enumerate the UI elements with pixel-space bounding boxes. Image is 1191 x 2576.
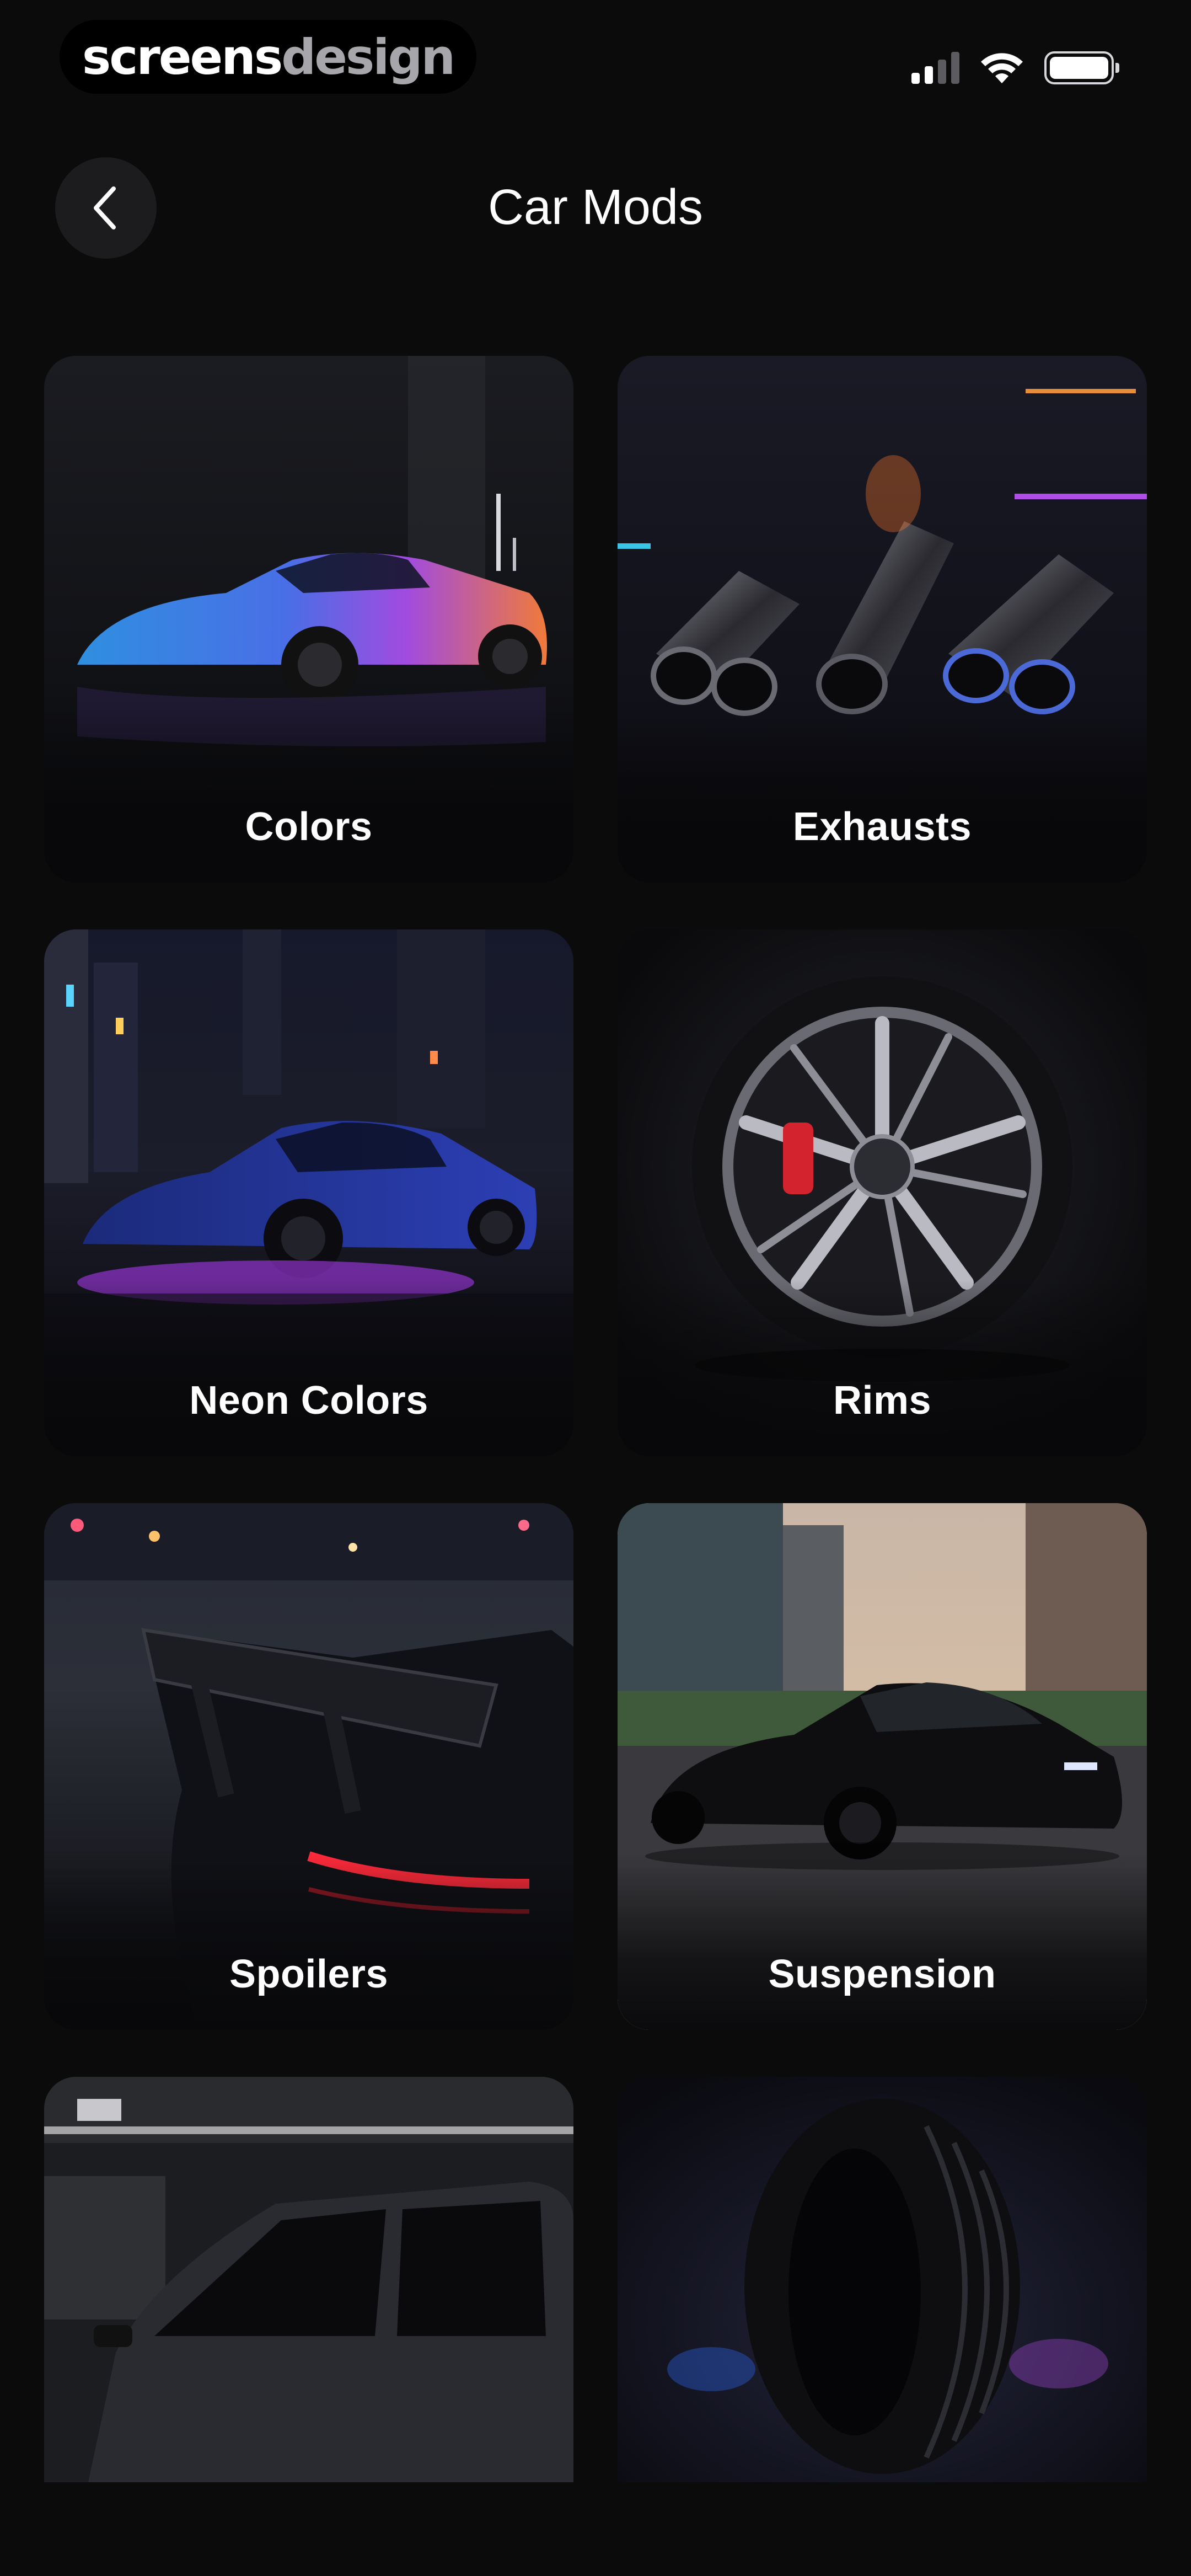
- category-label: Spoilers: [229, 1952, 389, 1996]
- header: Car Mods: [0, 149, 1191, 259]
- category-card-spoilers[interactable]: Spoilers: [44, 1503, 573, 2030]
- cellular-signal-icon: [911, 52, 959, 84]
- brand-logo: screens design: [60, 20, 476, 94]
- category-grid: Colors Exhausts Neon Colors Rims Spoiler…: [44, 356, 1147, 2482]
- status-bar: screens design: [0, 0, 1191, 116]
- battery-icon: [1044, 51, 1119, 84]
- brand-logo-text-secondary: design: [281, 28, 455, 85]
- status-icons: [911, 49, 1119, 87]
- category-card-window-tint[interactable]: [44, 2077, 573, 2482]
- category-card-suspension[interactable]: Suspension: [618, 1503, 1147, 2030]
- category-card-rims[interactable]: Rims: [618, 929, 1147, 1456]
- category-card-neon-colors[interactable]: Neon Colors: [44, 929, 573, 1456]
- tire-image: [618, 2077, 1147, 2482]
- wifi-icon: [981, 53, 1023, 83]
- category-card-exhausts[interactable]: Exhausts: [618, 356, 1147, 883]
- brand-logo-text-primary: screens: [82, 28, 283, 85]
- category-card-tires[interactable]: [618, 2077, 1147, 2482]
- page-title: Car Mods: [487, 180, 704, 235]
- category-label: Neon Colors: [189, 1378, 428, 1423]
- category-label: Colors: [245, 805, 373, 849]
- category-label: Exhausts: [792, 805, 972, 849]
- bottom-area: [0, 2482, 1191, 2576]
- category-label: Rims: [833, 1378, 932, 1423]
- category-label: Suspension: [768, 1952, 996, 1996]
- category-card-colors[interactable]: Colors: [44, 356, 573, 883]
- tinted-windows-car-image: [44, 2077, 573, 2482]
